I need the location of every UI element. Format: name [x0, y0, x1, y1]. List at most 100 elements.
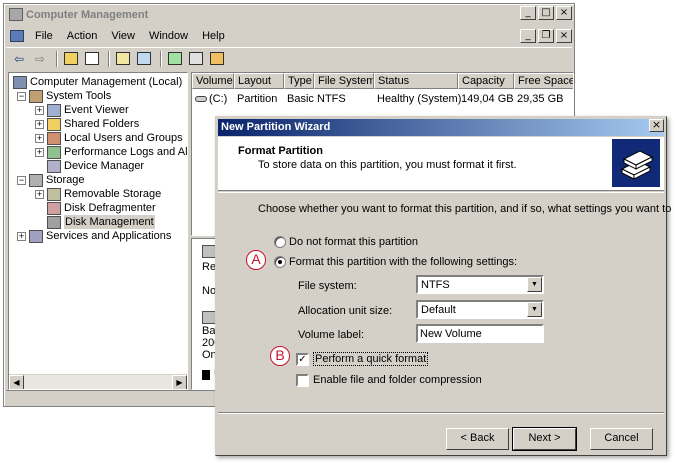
collapse-icon[interactable]: −	[17, 175, 26, 185]
column-header-free-space[interactable]: Free Space	[514, 73, 573, 89]
do-not-format-radio[interactable]	[274, 236, 286, 248]
column-header-type[interactable]: Type	[284, 73, 314, 89]
disk-stack-icon	[612, 139, 660, 187]
device-manager-icon	[47, 159, 61, 173]
column-header-file-system[interactable]: File System	[314, 73, 374, 89]
cell-volume: (C:)	[209, 93, 228, 105]
mmc-title-bar[interactable]: Computer Management	[6, 6, 572, 24]
quick-format-text: Perform a quick format	[313, 352, 429, 366]
tree-item-performance-logs[interactable]: + Performance Logs and Alert:	[35, 145, 188, 159]
menu-window[interactable]: Window	[142, 27, 195, 45]
file-system-select[interactable]: NTFS ▼	[416, 275, 544, 294]
unallocated-legend-swatch	[202, 370, 210, 380]
tree-item-shared-folders[interactable]: + Shared Folders	[35, 117, 139, 131]
tree-item-event-viewer[interactable]: + Event Viewer	[35, 103, 129, 117]
refresh-icon[interactable]	[166, 51, 184, 67]
tree-item-device-manager[interactable]: Device Manager	[47, 159, 144, 173]
child-restore-button[interactable]: ❐	[538, 29, 554, 43]
expand-icon[interactable]: +	[17, 231, 26, 241]
tree-item-services-apps[interactable]: + Services and Applications	[17, 229, 171, 243]
tools-icon	[29, 89, 43, 103]
performance-icon	[47, 145, 61, 159]
quick-format-label[interactable]: Perform a quick format	[313, 352, 429, 366]
volume-label-input[interactable]	[418, 326, 542, 341]
file-system-value: NTFS	[421, 279, 450, 291]
help-icon[interactable]	[114, 51, 132, 67]
toolbar-separator	[108, 50, 110, 67]
menu-action[interactable]: Action	[60, 27, 105, 45]
services-icon	[29, 229, 43, 243]
tree-item-removable-storage[interactable]: + Removable Storage	[35, 187, 161, 201]
column-header-capacity[interactable]: Capacity	[458, 73, 514, 89]
expand-icon[interactable]: +	[35, 119, 44, 129]
volume-label-input-box[interactable]	[416, 324, 544, 343]
tree-item-computer-management[interactable]: Computer Management (Local)	[13, 75, 182, 89]
tree-item-label: Performance Logs and Alert:	[64, 146, 188, 158]
minimize-button[interactable]: _	[520, 6, 536, 20]
menu-file[interactable]: File	[28, 27, 60, 45]
file-system-label: File system:	[298, 280, 357, 292]
scroll-left-icon[interactable]: ◀	[9, 375, 24, 389]
chevron-down-icon[interactable]: ▼	[527, 277, 542, 292]
tree-item-label: Device Manager	[64, 160, 145, 172]
column-header-status[interactable]: Status	[374, 73, 458, 89]
back-button[interactable]: < Back	[446, 428, 509, 450]
menu-help[interactable]: Help	[195, 27, 232, 45]
properties-icon[interactable]	[135, 51, 153, 67]
do-not-format-label[interactable]: Do not format this partition	[289, 235, 418, 249]
wizard-title: New Partition Wizard	[221, 121, 331, 133]
close-button[interactable]: ×	[556, 6, 572, 20]
wizard-title-bar[interactable]: New Partition Wizard	[218, 119, 664, 136]
maximize-button[interactable]: □	[538, 6, 554, 20]
storage-icon	[29, 173, 43, 187]
disk-settings-icon[interactable]	[208, 51, 226, 67]
up-level-icon[interactable]	[62, 51, 80, 67]
tree-item-storage[interactable]: − Storage	[17, 173, 85, 187]
disk-icon	[195, 96, 207, 103]
child-minimize-button[interactable]: _	[520, 29, 536, 43]
column-header-layout[interactable]: Layout	[234, 73, 284, 89]
compression-checkbox[interactable]	[296, 374, 309, 387]
export-list-icon[interactable]	[187, 51, 205, 67]
wizard-close-button[interactable]: ×	[649, 119, 664, 132]
console-icon[interactable]	[10, 30, 24, 42]
computer-icon	[13, 75, 27, 89]
tree-item-label: Event Viewer	[64, 104, 129, 116]
mmc-caption-buttons: _ □ ×	[518, 6, 572, 20]
child-close-button[interactable]: ×	[556, 29, 572, 43]
next-button[interactable]: Next >	[512, 427, 577, 451]
expand-icon[interactable]: +	[35, 105, 44, 115]
cancel-button[interactable]: Cancel	[590, 428, 653, 450]
format-partition-label[interactable]: Format this partition with the following…	[289, 255, 517, 269]
expand-icon[interactable]: +	[35, 147, 44, 157]
tree-item-disk-management[interactable]: Disk Management	[47, 215, 155, 229]
back-arrow-icon[interactable]: ⇦	[10, 51, 28, 67]
disk-management-icon	[47, 215, 61, 229]
forward-arrow-icon[interactable]: ⇨	[31, 51, 49, 67]
format-partition-radio[interactable]	[274, 256, 286, 268]
tree-item-local-users[interactable]: + Local Users and Groups	[35, 131, 183, 145]
mmc-title: Computer Management	[26, 9, 149, 21]
menu-view[interactable]: View	[104, 27, 142, 45]
tree-horizontal-scrollbar[interactable]: ◀ ▶	[9, 374, 187, 389]
tree-item-label: Storage	[46, 174, 85, 186]
expand-icon[interactable]: +	[35, 189, 44, 199]
show-hide-tree-icon[interactable]	[83, 51, 101, 67]
expand-icon[interactable]: +	[35, 133, 44, 143]
compression-label[interactable]: Enable file and folder compression	[313, 373, 482, 387]
scroll-right-icon[interactable]: ▶	[172, 375, 187, 389]
tree-item-disk-defragmenter[interactable]: Disk Defragmenter	[47, 201, 156, 215]
column-header-volume[interactable]: Volume	[192, 73, 234, 89]
quick-format-checkbox[interactable]: ✓	[296, 353, 309, 366]
child-window-buttons: _ ❐ ×	[518, 29, 572, 43]
callout-a-marker: A	[246, 250, 266, 270]
toolbar: ⇦ ⇨	[6, 47, 572, 69]
allocation-unit-select[interactable]: Default ▼	[416, 300, 544, 319]
collapse-icon[interactable]: −	[17, 91, 26, 101]
computer-management-icon	[9, 8, 23, 21]
tree-item-label: Removable Storage	[64, 188, 162, 200]
removable-storage-icon	[47, 187, 61, 201]
hard-disk-icon	[202, 311, 216, 324]
tree-item-system-tools[interactable]: − System Tools	[17, 89, 111, 103]
chevron-down-icon[interactable]: ▼	[527, 302, 542, 317]
